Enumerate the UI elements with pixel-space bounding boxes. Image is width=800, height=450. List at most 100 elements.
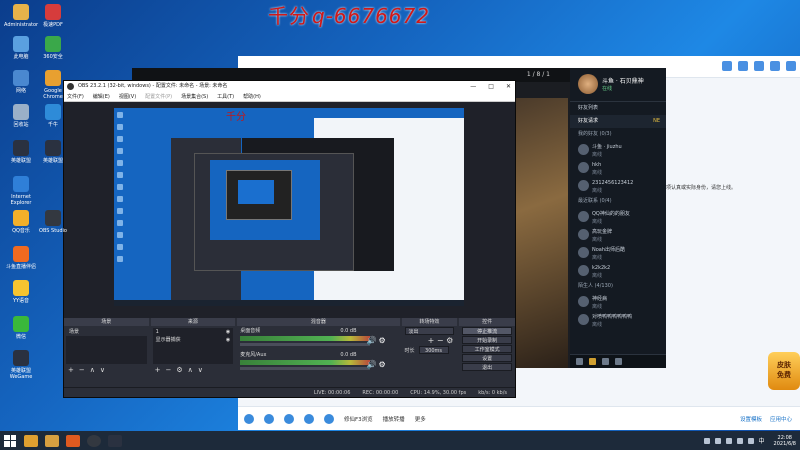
move-down-icon[interactable]: ∨ — [198, 366, 203, 374]
scene-item[interactable]: 场景 — [66, 328, 147, 336]
gear-icon[interactable]: ⚙ — [176, 366, 182, 374]
speaker-icon[interactable]: 🔊 — [367, 337, 377, 345]
visibility-eye-icon[interactable]: ◉ — [226, 336, 230, 344]
visibility-eye-icon[interactable]: ◉ — [226, 328, 230, 336]
desktop-icon[interactable]: Google Chrome — [36, 70, 70, 100]
volume-icon[interactable] — [747, 437, 754, 444]
menu-icon[interactable] — [738, 61, 748, 71]
menu-scene-collection[interactable]: 场景集合(S) — [181, 92, 208, 101]
friend-item[interactable]: 高玩金牌 离线 — [570, 226, 666, 244]
remove-icon[interactable]: − — [166, 366, 172, 374]
desktop-icon[interactable]: 英雄联盟WeGame — [4, 350, 38, 380]
friend-group-header[interactable]: 我的好友 (0/3) — [570, 128, 666, 141]
speaker-icon[interactable]: 🔊 — [367, 361, 377, 369]
desktop-icon[interactable]: 英雄联盟 — [4, 140, 38, 164]
douyu-icon[interactable] — [66, 434, 80, 447]
desktop-icon[interactable]: 360安全 — [36, 36, 70, 60]
menu-tools[interactable]: 工具(T) — [217, 92, 234, 101]
desktop-icon[interactable]: 英雄联盟 — [36, 140, 70, 164]
chat-footer-icon[interactable] — [589, 358, 596, 365]
system-clock[interactable]: 22:08 2021/6/8 — [774, 435, 796, 447]
friend-item[interactable]: Noah出师后酷 离线 — [570, 244, 666, 262]
tab-friends[interactable]: 好友列表 — [570, 102, 666, 115]
desktop-icon[interactable]: 微信 — [4, 316, 38, 340]
app-center-link[interactable]: 应用中心 — [770, 415, 792, 423]
volume-slider[interactable] — [240, 343, 371, 346]
network-icon[interactable] — [736, 437, 743, 444]
desktop-icon[interactable]: OBS Studio — [36, 210, 70, 234]
emoji-icon[interactable] — [264, 413, 274, 424]
promo-bubble[interactable]: 皮肤 免费 — [768, 352, 800, 390]
friend-item[interactable]: hkh 离线 — [570, 159, 666, 177]
friend-item[interactable]: k2k2k2 离线 — [570, 262, 666, 280]
close-button[interactable]: ✕ — [506, 81, 511, 92]
remove-icon[interactable]: − — [437, 336, 444, 345]
friend-item[interactable]: 2312456123412 离线 — [570, 177, 666, 195]
studio-mode-button[interactable]: 工作室模式 — [462, 345, 513, 353]
windows-start-icon[interactable] — [4, 434, 16, 447]
desktop-icon[interactable]: 斗鱼直播伴侣 — [4, 246, 38, 270]
source-item[interactable]: 显示器捕获 ◉ — [153, 336, 234, 344]
move-up-icon[interactable]: ∧ — [188, 366, 193, 374]
duration-input[interactable]: 300ms — [418, 346, 449, 354]
folder-icon[interactable] — [45, 434, 59, 447]
file-explorer-icon[interactable] — [24, 434, 38, 447]
settings-template-link[interactable]: 设置模板 — [740, 415, 762, 423]
add-icon[interactable]: + — [68, 366, 74, 374]
move-down-icon[interactable]: ∨ — [100, 366, 105, 374]
bottom-item-2[interactable]: 更多 — [415, 415, 426, 423]
avatar[interactable] — [578, 74, 598, 94]
friend-item[interactable]: 斗鱼 · jiuzhu 离线 — [570, 141, 666, 159]
add-icon[interactable]: + — [155, 366, 161, 374]
friend-item[interactable]: 神经病 离线 — [570, 293, 666, 311]
stop-streaming-button[interactable]: 停止推流 — [462, 327, 513, 335]
friend-request-row[interactable]: 好友请求 NE — [570, 115, 666, 128]
desktop-icon[interactable]: Administrator — [4, 4, 38, 28]
bottom-item-0[interactable]: 修仙F3浏览 — [344, 415, 373, 423]
gear-icon[interactable]: ⚙ — [379, 361, 387, 369]
lol-icon[interactable] — [108, 434, 122, 447]
user-icon[interactable] — [244, 413, 254, 424]
volume-slider[interactable] — [240, 367, 371, 370]
input-language[interactable]: 中 — [759, 436, 765, 445]
menu-help[interactable]: 帮助(H) — [243, 92, 261, 101]
minimize-button[interactable]: — — [470, 81, 476, 92]
maximize-icon[interactable] — [770, 61, 780, 71]
friend-group-header[interactable]: 最近联系 (0/4) — [570, 195, 666, 208]
obs-icon[interactable] — [87, 434, 101, 447]
desktop-icon[interactable]: Internet Explorer — [4, 176, 38, 206]
desktop-icon[interactable]: 极速PDF — [36, 4, 70, 28]
start-recording-button[interactable]: 开始录制 — [462, 336, 513, 344]
chat-footer-icon[interactable] — [576, 358, 583, 365]
gear-icon[interactable]: ⚙ — [446, 336, 453, 345]
obs-preview[interactable]: 千分 — [64, 102, 515, 318]
mic-icon[interactable] — [284, 413, 294, 424]
close-icon[interactable] — [786, 61, 796, 71]
move-up-icon[interactable]: ∧ — [90, 366, 95, 374]
source-item[interactable]: 1 ◉ — [153, 328, 234, 336]
desktop-icon[interactable]: 网络 — [4, 70, 38, 94]
menu-profile[interactable]: 配置文件(P) — [145, 92, 172, 101]
desktop-icon[interactable]: QQ音乐 — [4, 210, 38, 234]
remove-icon[interactable]: − — [79, 366, 85, 374]
bottom-item-1[interactable]: 播放转播 — [383, 415, 405, 423]
minimize-icon[interactable] — [754, 61, 764, 71]
desktop-icon[interactable]: 千牛 — [36, 104, 70, 128]
friend-item[interactable]: QQ神仙的的朋友 离线 — [570, 208, 666, 226]
home-icon[interactable] — [722, 61, 732, 71]
friend-item[interactable]: 对喷鸭鸭鸭鸭鸭鸭 离线 — [570, 311, 666, 329]
music-icon[interactable] — [304, 413, 314, 424]
tray-icon[interactable] — [714, 437, 721, 444]
gear-icon[interactable]: ⚙ — [379, 337, 387, 345]
gift-icon[interactable] — [324, 413, 334, 424]
desktop-icon[interactable]: 此电脑 — [4, 36, 38, 60]
menu-view[interactable]: 视图(V) — [119, 92, 136, 101]
tray-icon[interactable] — [703, 437, 710, 444]
menu-edit[interactable]: 编辑(E) — [93, 92, 110, 101]
maximize-button[interactable]: □ — [488, 81, 494, 92]
desktop-icon[interactable]: 回收站 — [4, 104, 38, 128]
transition-select[interactable]: 淡出 — [404, 327, 455, 335]
friend-group-header[interactable]: 陌生人 (4/130) — [570, 280, 666, 293]
settings-button[interactable]: 设置 — [462, 354, 513, 362]
chat-footer-icon[interactable] — [602, 358, 609, 365]
